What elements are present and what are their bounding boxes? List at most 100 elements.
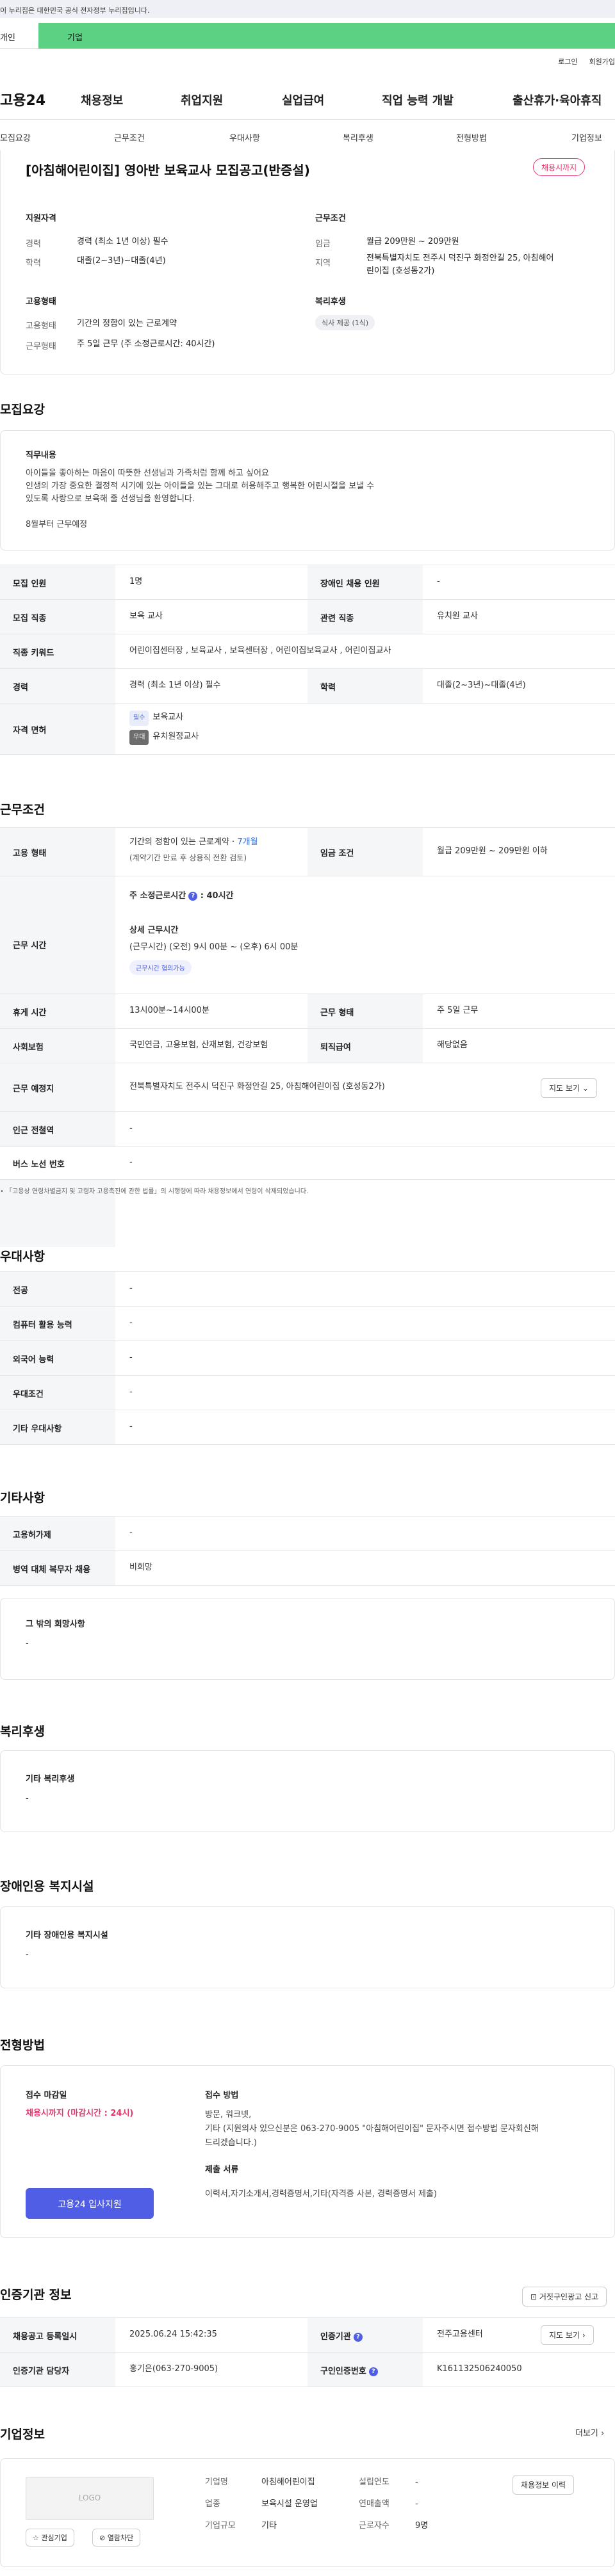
- login-link[interactable]: 로그인: [558, 56, 577, 67]
- age-notice: • 「고용상 연령차별금지 및 고령자 고용촉진에 관한 법률」의 시행령에 따…: [0, 1188, 309, 1195]
- method-value-1: 방문, 워크넷,: [205, 2110, 252, 2120]
- block-view-button[interactable]: ⊘ 열람차단: [92, 2529, 141, 2547]
- nav-employment-support[interactable]: 취업지원: [181, 92, 223, 108]
- nav-parental-leave[interactable]: 출산휴가·육아휴직: [512, 92, 602, 108]
- company-more-link[interactable]: 더보기 ›: [575, 2427, 604, 2440]
- recruit-heading: 모집요강: [0, 403, 45, 417]
- nav-vocational-training[interactable]: 직업 능력 개발: [382, 92, 454, 108]
- edu-value: 대졸(2~3년)~대졸(4년): [77, 256, 166, 266]
- row-value: 국민연금, 고용보험, 산재보험, 건강보험: [129, 1040, 268, 1050]
- signup-link[interactable]: 회원가입: [589, 56, 615, 67]
- region-key: 지역: [315, 259, 331, 268]
- table-line: [0, 827, 615, 828]
- company-key: 기업명: [205, 2477, 228, 2487]
- info-icon[interactable]: ?: [368, 2367, 378, 2376]
- tab-company[interactable]: 기업: [38, 23, 615, 49]
- row-key: 고용허가제: [13, 1531, 51, 1540]
- table-line: [0, 1550, 615, 1551]
- util-links: 로그인 회원가입: [558, 56, 615, 67]
- hours-detail-value: (근무시간) (오전) 9시 00분 ~ (오후) 6시 00분: [129, 942, 299, 952]
- table-line: [0, 1306, 615, 1307]
- company-value: 아침해어린이집: [261, 2477, 315, 2487]
- global-nav: 고용24 채용정보 취업지원 실업급여 직업 능력 개발 출산휴가·육아휴직: [0, 86, 615, 112]
- gov-banner: 이 누리집은 대한민국 공식 전자정부 누리집입니다.: [0, 0, 615, 18]
- other-heading: 기타사항: [0, 1491, 45, 1505]
- region-value-2: 린이집 (호성동2가): [366, 266, 435, 276]
- row-key: 사회보험: [13, 1043, 44, 1052]
- work-type-value: 주 5일 근무 (주 소정근로시간: 40시간): [77, 339, 215, 349]
- apply-button[interactable]: 고용24 입사지원: [26, 2188, 154, 2219]
- hours-detail-title: 상세 근무시간: [129, 926, 179, 935]
- table-line: [0, 1146, 615, 1147]
- block-icon: ⊘: [99, 2534, 106, 2542]
- anchor-recruit[interactable]: 모집요강: [0, 131, 31, 143]
- welfare-title: 기타 복리후생: [26, 1775, 75, 1784]
- info-icon[interactable]: ?: [353, 2332, 363, 2342]
- anchor-conditions[interactable]: 근무조건: [114, 131, 145, 143]
- agency-heading: 인증기관 정보: [0, 2288, 72, 2302]
- preference-heading: 우대사항: [0, 1250, 45, 1264]
- row-value: 경력 (최소 1년 이상) 필수: [129, 680, 221, 690]
- section-anchor-nav: 모집요강 근무조건 우대사항 복리후생 전형방법 기업정보: [0, 131, 615, 147]
- row-value: 홍기은(063-270-9005): [129, 2364, 218, 2374]
- row-key: 인증기관 담당자: [13, 2367, 70, 2376]
- report-fake-ad-button[interactable]: ⊡ 거짓구인광고 신고: [522, 2287, 607, 2306]
- company-key: 근로자수: [359, 2521, 390, 2531]
- row-value: 전북특별자치도 전주시 덕진구 화정안길 25, 아침해어린이집 (호성동2가): [129, 1082, 385, 1091]
- work-type-key: 근무형태: [26, 342, 56, 351]
- anchor-preference[interactable]: 우대사항: [229, 131, 260, 143]
- site-logo[interactable]: 고용24: [0, 89, 70, 109]
- agency-map-button[interactable]: 지도 보기 ›: [541, 2325, 594, 2345]
- hours-negotiable-chip: 근무시간 협의가능: [129, 960, 192, 975]
- conditions-label: 근무조건: [315, 214, 346, 223]
- table-line: [0, 1585, 615, 1586]
- row-key: 임금 조건: [320, 849, 354, 858]
- job-history-button[interactable]: 채용정보 이력: [512, 2475, 575, 2495]
- company-value: 보육시설 운영업: [261, 2499, 318, 2509]
- disabled-facility-heading: 장애인용 복지시설: [0, 1880, 94, 1894]
- duty-line: 있도록 사랑으로 보육해 줄 선생님을 환영합니다.: [26, 494, 195, 504]
- row-value: 유치원 교사: [437, 611, 478, 621]
- row-key: 퇴직급여: [320, 1043, 351, 1052]
- interest-company-button[interactable]: ☆ 관심기업: [26, 2529, 74, 2547]
- row-key: 병역 대체 복무자 채용: [13, 1565, 91, 1575]
- row-key: 휴게 시간: [13, 1008, 47, 1018]
- info-icon[interactable]: ?: [188, 891, 198, 901]
- employment-label: 고용형태: [26, 297, 56, 307]
- row-key: 근무 예정지: [13, 1084, 54, 1094]
- welfare-label: 복리후생: [315, 297, 346, 307]
- docs-value: 이력서,자기소개서,경력증명서,기타(자격증 사본, 경력증명서 제출): [205, 2189, 437, 2199]
- company-value: -: [415, 2499, 418, 2509]
- row-key: 경력: [13, 683, 28, 693]
- row-value: -: [129, 1284, 133, 1293]
- license-required: 필수 보육교사: [129, 711, 183, 726]
- row-value: 주 5일 근무: [437, 1006, 479, 1015]
- table-header-col: [0, 827, 115, 1147]
- table-line: [0, 1340, 615, 1341]
- tab-person[interactable]: 개인: [0, 23, 38, 49]
- map-view-button[interactable]: 지도 보기 ⌄: [541, 1078, 597, 1098]
- contract-length: 7개월: [237, 837, 258, 847]
- company-logo-placeholder: LOGO: [26, 2477, 154, 2520]
- row-key: 컴퓨터 활용 능력: [13, 1321, 72, 1330]
- disabled-facility-value: -: [26, 1950, 29, 1960]
- table-line: [0, 703, 615, 704]
- table-line: [0, 599, 615, 600]
- table-line: [0, 1444, 615, 1445]
- row-key: 외국어 능력: [13, 1355, 54, 1365]
- career-key: 경력: [26, 239, 41, 249]
- anchor-welfare[interactable]: 복리후생: [343, 131, 373, 143]
- nav-job-info[interactable]: 채용정보: [81, 92, 123, 108]
- company-key: 연매출액: [359, 2499, 390, 2509]
- duty-line: 인생의 가장 중요한 결정적 시기에 있는 아이들을 있는 그대로 허용해주고 …: [26, 481, 375, 491]
- license-required-value: 보육교사: [152, 712, 184, 722]
- company-value: 기타: [261, 2521, 277, 2531]
- row-value: -: [129, 1157, 133, 1167]
- anchor-company[interactable]: 기업정보: [571, 131, 602, 143]
- extra-wish-value: -: [26, 1639, 29, 1648]
- nav-unemployment-benefit[interactable]: 실업급여: [282, 92, 324, 108]
- table-line: [0, 1111, 615, 1112]
- row-value: -: [129, 1387, 133, 1397]
- method-value-2: 기타 (지원의사 있으신분은 063-270-9005 "아침해어린이집" 문자…: [205, 2124, 539, 2134]
- anchor-process[interactable]: 전형방법: [456, 131, 487, 143]
